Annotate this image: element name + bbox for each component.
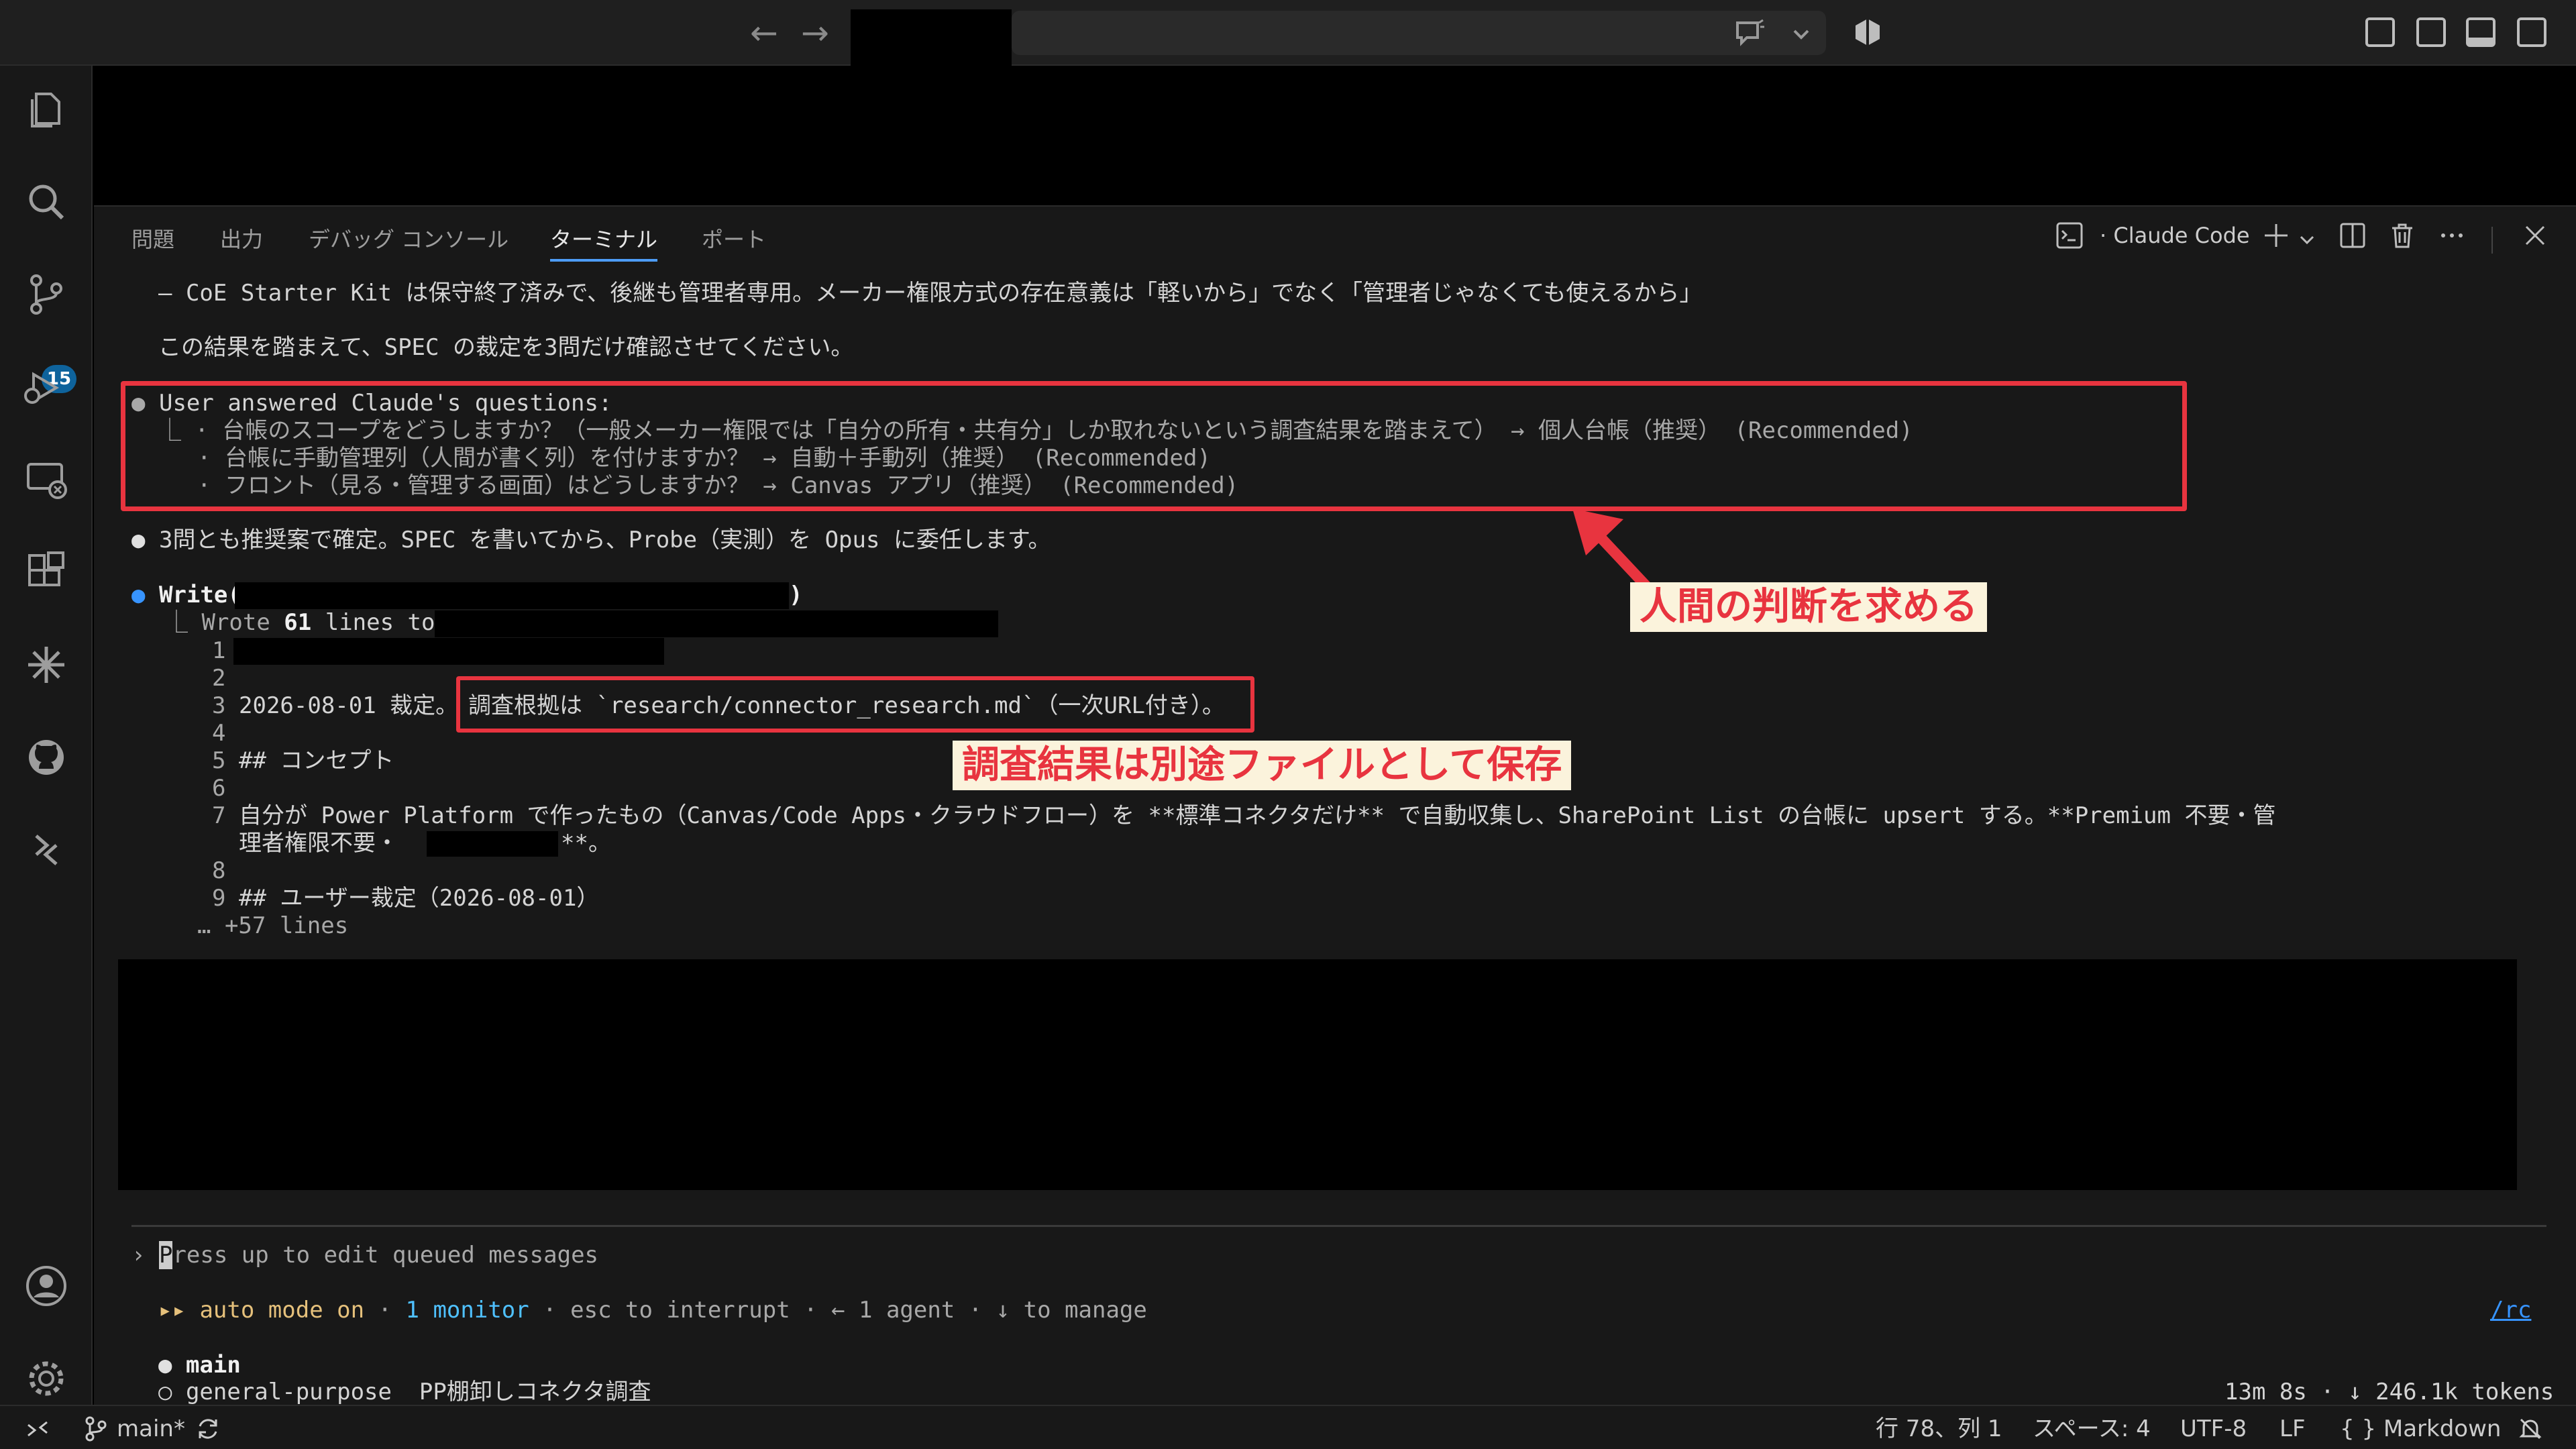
chat-icon[interactable] [1733, 19, 1766, 55]
tab-terminal[interactable]: ターミナル [550, 223, 657, 254]
line-number: 8 [212, 857, 226, 884]
annotation-human-judgment: 人間の判断を求める [1630, 582, 1987, 632]
github-icon[interactable] [24, 735, 68, 780]
source-control-icon[interactable] [24, 272, 68, 317]
terminal-line: – CoE Starter Kit は保守終了済みで、後継も管理者専用。メーカー… [158, 280, 1703, 307]
redacted-editor [94, 67, 2576, 205]
explorer-icon[interactable] [24, 87, 68, 131]
tab-output[interactable]: 出力 [220, 223, 263, 254]
highlight-questions-box [121, 381, 2187, 511]
line-number: 4 [212, 720, 226, 747]
line-number: 7 [212, 802, 226, 829]
sync-icon[interactable] [195, 1415, 221, 1448]
more-lines[interactable]: … +57 lines [197, 912, 348, 940]
line-number: 9 [212, 885, 226, 912]
branch-main: ● main [158, 1352, 241, 1379]
branch-name[interactable]: main* [117, 1415, 185, 1442]
tab-ports[interactable]: ポート [702, 223, 766, 254]
file-line: 理者権限不要・ [239, 830, 398, 857]
terminal-line: この結果を踏まえて、SPEC の裁定を3問だけ確認させてください。 [158, 334, 854, 361]
line-number: 6 [212, 775, 226, 802]
cursor-position[interactable]: 行 78、列 1 [1876, 1415, 2002, 1442]
file-line: ## コンセプト [239, 747, 394, 774]
forward-arrow-icon[interactable]: → [801, 13, 829, 52]
remote-explorer-icon[interactable] [24, 458, 68, 502]
line-number: 1 [212, 637, 226, 664]
line-number: 2 [212, 665, 226, 692]
copilot-icon[interactable] [1851, 16, 1884, 55]
encoding[interactable]: UTF-8 [2180, 1415, 2247, 1442]
confirm-message: ● 3問とも推奨案で確定。SPEC を書いてから、Probe（実測）を Opus… [131, 527, 1051, 553]
language-mode[interactable]: { } Markdown [2340, 1415, 2501, 1442]
remote-indicator-icon[interactable] [24, 1415, 51, 1448]
split-terminal-icon[interactable] [2339, 221, 2367, 254]
notifications-icon[interactable] [2517, 1415, 2544, 1448]
active-tab-indicator [550, 259, 657, 262]
indentation[interactable]: スペース: 4 [2033, 1415, 2151, 1442]
activity-bar: 15 [0, 66, 93, 1405]
power-platform-icon[interactable] [24, 828, 68, 872]
file-line: 自分が Power Platform で作ったもの（Canvas/Code Ap… [239, 802, 2276, 829]
write-close: ) [789, 582, 803, 608]
mode-status-line: ▸▸ auto mode on · 1 monitor · esc to int… [158, 1297, 1147, 1324]
status-bar: main* 行 78、列 1 スペース: 4 UTF-8 LF { } Mark… [0, 1405, 2576, 1449]
highlight-research-box [456, 676, 1254, 733]
new-terminal-icon[interactable] [2262, 221, 2290, 254]
trash-icon[interactable] [2388, 221, 2416, 254]
line-number: 5 [212, 747, 226, 774]
tab-debug-console[interactable]: デバッグ コンソール [309, 223, 508, 254]
chevron-down-icon[interactable] [1791, 20, 1811, 51]
prompt-input[interactable]: › Press up to edit queued messages [131, 1241, 598, 1269]
elapsed-tokens: 13m 8s · ↓ 246.1k tokens [2224, 1379, 2555, 1405]
back-arrow-icon[interactable]: ← [750, 13, 778, 52]
file-line: ## ユーザー裁定（2026-08-01） [239, 885, 600, 912]
toggle-secondary-sidebar-icon[interactable] [2517, 17, 2546, 47]
rc-link[interactable]: /rc [2490, 1296, 2531, 1324]
redacted-title [851, 9, 1012, 66]
annotation-saved-separately: 調査結果は別途ファイルとして保存 [953, 741, 1572, 790]
panel-divider [2491, 227, 2493, 254]
agent-line: ○ general-purpose PP棚卸しコネクタ調査 [158, 1379, 651, 1405]
claude-icon[interactable] [24, 643, 68, 687]
wrote-summary: ⎿ Wrote 61 lines to [165, 609, 435, 636]
line-number: 3 [212, 692, 226, 719]
toggle-primary-sidebar-icon[interactable] [2416, 17, 2446, 47]
command-center[interactable] [1012, 11, 1826, 55]
title-bar: ← → [0, 0, 2576, 66]
account-icon[interactable] [24, 1264, 68, 1308]
close-panel-icon[interactable] [2521, 221, 2549, 254]
write-tool-call: ● Write( [131, 582, 241, 608]
manage-gear-icon[interactable] [24, 1356, 68, 1401]
branch-icon[interactable] [82, 1415, 109, 1448]
line-ending[interactable]: LF [2279, 1415, 2306, 1442]
layout-customize-icon[interactable] [2365, 17, 2395, 47]
file-line: **。 [561, 830, 611, 857]
more-actions-icon[interactable] [2438, 221, 2466, 254]
extensions-icon[interactable] [24, 550, 68, 594]
chevron-down-icon[interactable] [2298, 227, 2316, 254]
terminal-icon [2055, 221, 2084, 254]
run-debug-icon[interactable] [20, 365, 64, 409]
search-icon[interactable] [24, 180, 68, 224]
tab-problems[interactable]: 問題 [131, 223, 174, 254]
toggle-panel-icon[interactable] [2466, 17, 2496, 47]
file-line: 2026-08-01 裁定。 [239, 692, 459, 719]
terminal-name[interactable]: · Claude Code [2100, 223, 2250, 248]
